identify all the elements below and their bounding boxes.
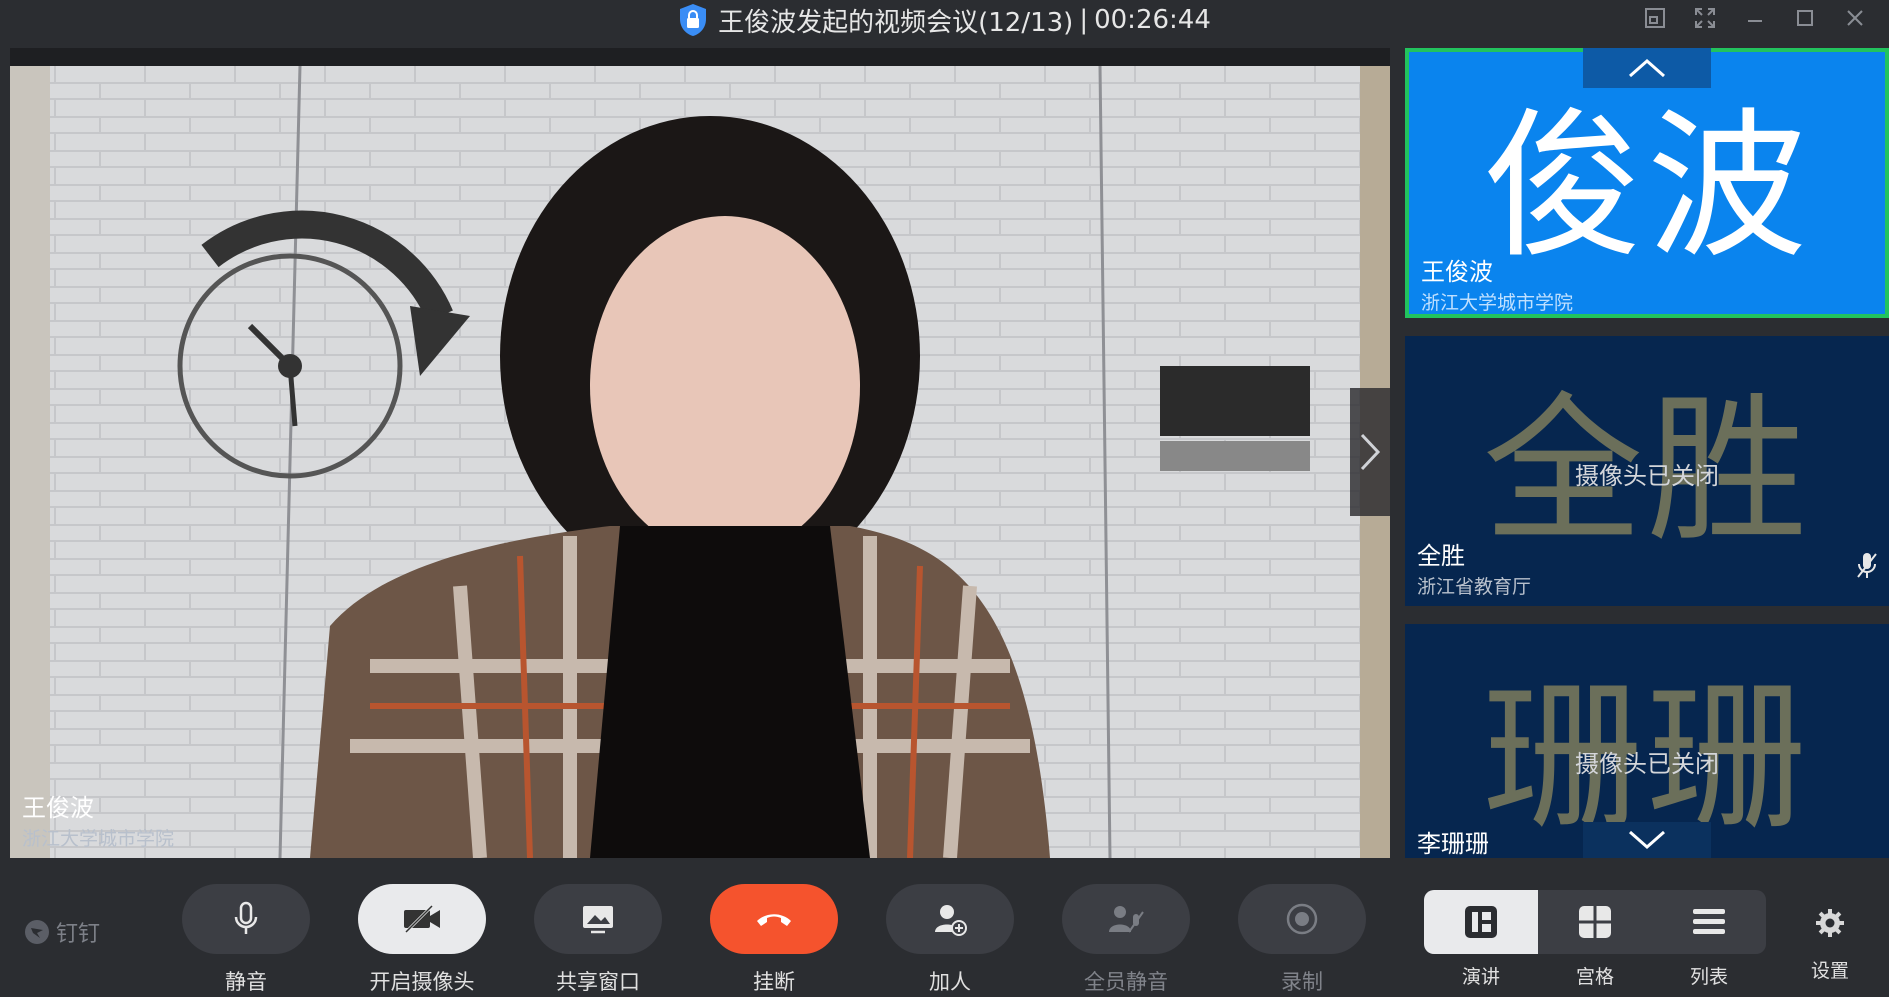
speaker-layout-button[interactable] <box>1424 890 1538 954</box>
chevron-right-icon <box>1360 433 1381 471</box>
title-separator: | <box>1079 5 1089 35</box>
video-feed-image <box>10 66 1390 858</box>
meeting-timer: 00:26:44 <box>1094 5 1211 35</box>
shield-lock-icon <box>680 4 707 36</box>
meeting-title: 王俊波发起的视频会议(12/13) | 00:26:44 <box>0 0 1889 40</box>
list-layout-icon <box>1693 909 1725 934</box>
layout-switcher <box>1424 890 1766 954</box>
participant-org: 浙江省教育厅 <box>1417 576 1532 598</box>
share-pill[interactable] <box>534 884 662 954</box>
hangup-label: 挂断 <box>753 970 795 994</box>
next-page-button[interactable] <box>1350 388 1390 516</box>
close-icon[interactable] <box>1841 4 1869 32</box>
hangup-phone-icon <box>757 914 791 926</box>
chevron-up-icon <box>1629 58 1665 78</box>
gear-icon <box>1816 909 1844 937</box>
participant-name: 王俊波 <box>1421 258 1493 286</box>
main-participant-name: 王俊波 <box>22 794 94 822</box>
record-pill[interactable] <box>1238 884 1366 954</box>
avatar-name: 俊波 <box>1482 93 1811 280</box>
scroll-down-button[interactable] <box>1583 822 1711 858</box>
grid-layout-icon <box>1579 906 1611 938</box>
camera-pill[interactable] <box>358 884 486 954</box>
scroll-up-button[interactable] <box>1583 48 1711 88</box>
mute-all-label: 全员静音 <box>1084 970 1168 994</box>
hangup-button[interactable]: 挂断 <box>710 884 838 996</box>
hangup-pill[interactable] <box>710 884 838 954</box>
chevron-down-icon <box>1629 830 1665 850</box>
participant-tile[interactable]: 全胜 摄像头已关闭 全胜 浙江省教育厅 <box>1405 336 1889 606</box>
camera-off-status: 摄像头已关闭 <box>1575 462 1719 490</box>
record-button[interactable]: 录制 <box>1238 884 1366 996</box>
dingtalk-icon <box>25 920 49 944</box>
add-person-pill[interactable] <box>886 884 1014 954</box>
participant-org: 浙江大学城市学院 <box>1421 292 1574 314</box>
brand-name: 钉钉 <box>56 922 101 947</box>
grid-layout-label: 宫格 <box>1575 966 1614 988</box>
mute-all-button[interactable]: 全员静音 <box>1062 884 1190 996</box>
add-person-label: 加人 <box>929 970 971 994</box>
control-toolbar: 钉钉 静音 开启摄像头 共享窗口 挂断 加人 全员静音 录制 演讲 宫格 列表 … <box>0 858 1889 997</box>
settings-button[interactable]: 设置 <box>1800 908 1860 983</box>
participant-name: 李珊珊 <box>1417 830 1489 858</box>
camera-off-icon <box>404 904 440 934</box>
minimize-icon[interactable] <box>1741 4 1769 32</box>
window-controls <box>1641 4 1869 32</box>
participant-name: 全胜 <box>1417 542 1465 570</box>
settings-label: 设置 <box>1810 960 1849 982</box>
main-participant-org: 浙江大学城市学院 <box>22 828 175 850</box>
meeting-title-text: 王俊波发起的视频会议(12/13) <box>718 7 1074 38</box>
share-screen-icon <box>583 906 613 934</box>
mute-button[interactable]: 静音 <box>182 884 310 996</box>
main-video[interactable]: 王俊波 浙江大学城市学院 <box>10 48 1390 858</box>
fullscreen-icon[interactable] <box>1691 4 1719 32</box>
dingtalk-logo: 钉钉 <box>24 916 100 948</box>
grid-layout-button[interactable] <box>1538 890 1652 954</box>
participant-list: 俊波 王俊波 浙江大学城市学院 全胜 摄像头已关闭 全胜 浙江省教育厅 珊珊 摄… <box>1405 48 1889 858</box>
record-icon <box>1286 903 1318 935</box>
mute-pill[interactable] <box>182 884 310 954</box>
record-label: 录制 <box>1281 970 1323 994</box>
speaker-layout-icon <box>1465 906 1497 938</box>
mic-off-icon <box>1857 553 1877 578</box>
microphone-icon <box>234 901 258 934</box>
add-person-button[interactable]: 加人 <box>886 884 1014 996</box>
title-bar: 王俊波发起的视频会议(12/13) | 00:26:44 <box>0 0 1889 40</box>
camera-button[interactable]: 开启摄像头 <box>358 884 486 996</box>
share-window-button[interactable]: 共享窗口 <box>534 884 662 996</box>
camera-off-status: 摄像头已关闭 <box>1575 750 1719 778</box>
mute-all-icon <box>1109 906 1144 933</box>
participant-tile[interactable]: 俊波 王俊波 浙江大学城市学院 <box>1405 48 1889 318</box>
mute-all-pill[interactable] <box>1062 884 1190 954</box>
list-layout-label: 列表 <box>1689 966 1728 988</box>
speaker-layout-label: 演讲 <box>1461 966 1500 988</box>
add-person-icon <box>935 905 967 936</box>
mute-label: 静音 <box>225 970 267 994</box>
screenshot-window-icon[interactable] <box>1641 4 1669 32</box>
list-layout-button[interactable] <box>1652 890 1766 954</box>
share-label: 共享窗口 <box>556 970 640 994</box>
maximize-icon[interactable] <box>1791 4 1819 32</box>
camera-label: 开启摄像头 <box>369 970 475 994</box>
